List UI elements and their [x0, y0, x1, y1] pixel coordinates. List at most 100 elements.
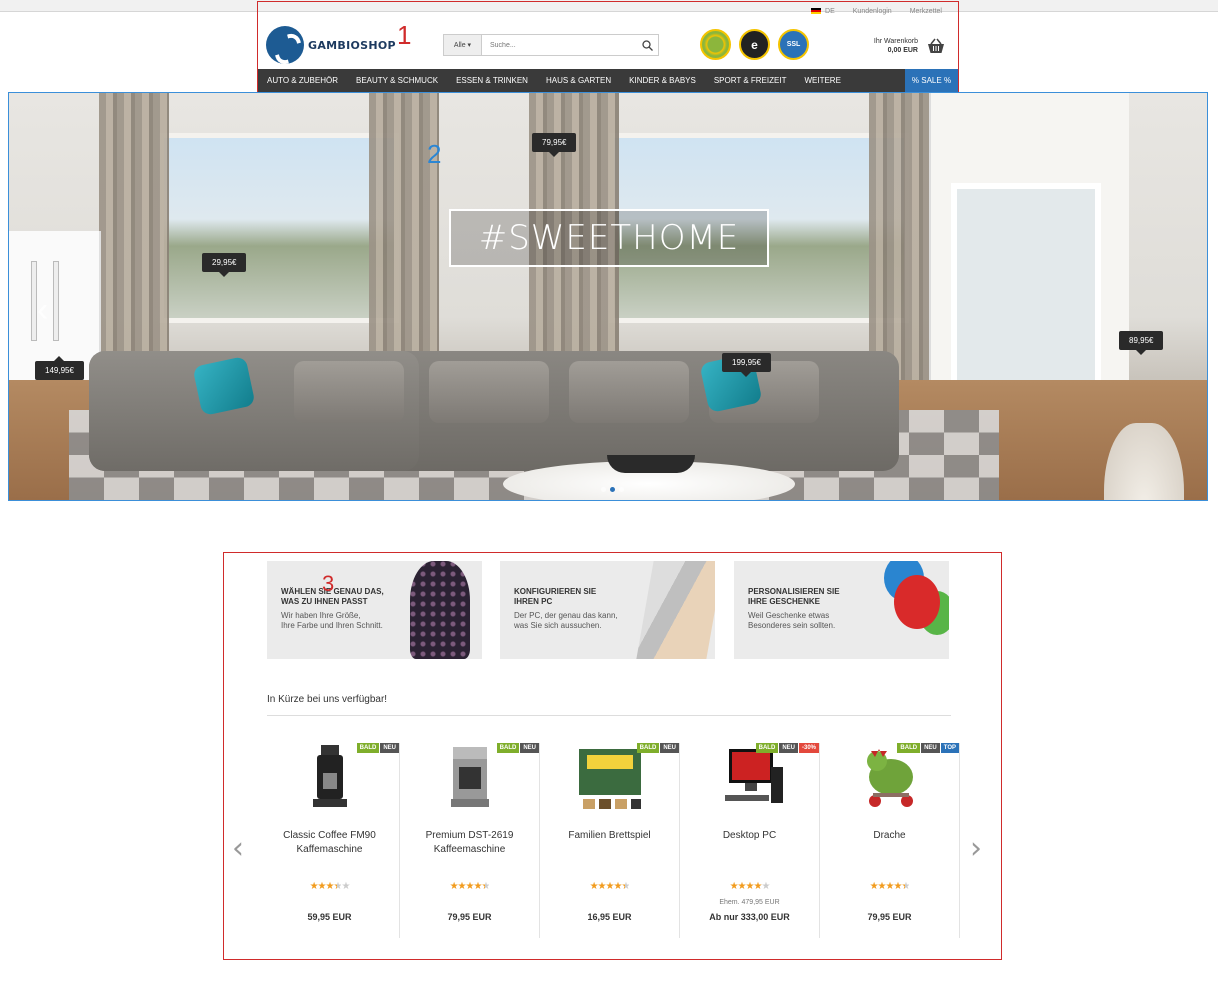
german-flag-icon [811, 8, 822, 15]
product-name[interactable]: Desktop PC [680, 829, 819, 843]
nav-item-essen[interactable]: ESSEN & TRINKEN [447, 76, 537, 85]
product-label-badge: BALD [356, 743, 380, 753]
product-card[interactable]: BALD NEU Classic Coffee FM90 Kaffemaschine… [260, 743, 400, 938]
product-card[interactable]: BALD NEU Premium DST-2619 Kaffeemaschine ★★… [400, 743, 540, 938]
price-tag[interactable]: 29,95€ [202, 253, 247, 277]
product-price: 79,95 EUR [447, 912, 492, 922]
carousel-next-icon[interactable]: › [970, 831, 982, 866]
search-icon[interactable] [636, 35, 658, 55]
shop-logo[interactable]: GAMBIOSHOP [266, 26, 396, 64]
product-labels: BALD NEU [496, 743, 539, 753]
logo-icon [266, 26, 304, 64]
product-carousel: BALD NEU Classic Coffee FM90 Kaffemaschine… [260, 743, 960, 938]
star-rating-icon: ★★★★★ [449, 881, 491, 892]
slider-dot[interactable] [619, 487, 624, 492]
nav-item-auto[interactable]: AUTO & ZUBEHÖR [258, 76, 347, 85]
logo-text: GAMBIOSHOP [308, 38, 396, 52]
dress-image [410, 561, 470, 659]
product-image[interactable] [855, 743, 925, 813]
divider [267, 715, 951, 716]
product-name[interactable]: Familien Brettspiel [540, 829, 679, 843]
slider-dot[interactable] [610, 487, 615, 492]
laptop-image [636, 561, 715, 659]
search-bar: Alle ▾ [443, 34, 659, 56]
teaser-gifts[interactable]: PERSONALISIEREN SIE IHRE GESCHENKE Weil … [734, 561, 949, 659]
price-tag[interactable]: 89,95€ [1119, 331, 1164, 355]
hero-title: #SWEETHOME [449, 209, 769, 267]
award-seal-icon[interactable] [700, 29, 731, 60]
product-label-badge: NEU [921, 743, 940, 753]
annotation-marker-2: 2 [427, 139, 442, 169]
cart[interactable]: Ihr Warenkorb 0,00 EUR [874, 37, 946, 55]
product-card[interactable]: BALD NEU TOP Drache ★★★★★ 79,95 EUR [820, 743, 960, 938]
teaser-pc[interactable]: KONFIGURIEREN SIE IHREN PC Der PC, der g… [500, 561, 715, 659]
product-label-badge: BALD [496, 743, 520, 753]
candle [53, 261, 59, 341]
annotation-marker-3: 3 [322, 571, 335, 596]
product-labels: BALD NEU [636, 743, 679, 753]
product-card[interactable]: BALD NEU Familien Brettspiel ★★★★★ 16,95 EUR [540, 743, 680, 938]
balloon-image [894, 575, 940, 629]
login-link[interactable]: Kundenlogin [853, 8, 892, 15]
search-category-select[interactable]: Alle ▾ [444, 35, 482, 55]
search-input[interactable] [482, 35, 636, 55]
nav-item-sport[interactable]: SPORT & FREIZEIT [705, 76, 796, 85]
product-label-badge: BALD [755, 743, 779, 753]
product-label-badge: BALD [897, 743, 921, 753]
hero-window [159, 133, 399, 323]
star-rating-icon: ★★★★★ [309, 881, 351, 892]
product-label-badge: NEU [779, 743, 798, 753]
nav-item-sale[interactable]: % SALE % [905, 69, 958, 92]
product-name[interactable]: Premium DST-2619 Kaffeemaschine [400, 829, 539, 857]
teaser-text: Der PC, der genau das kann, was Sie sich… [514, 611, 618, 630]
teaser-title: PERSONALISIEREN SIE IHRE GESCHENKE [748, 587, 840, 606]
product-label-badge: NEU [520, 743, 539, 753]
hero-door [929, 93, 1129, 423]
price-tag[interactable]: 149,95€ [35, 356, 84, 380]
product-image[interactable] [295, 743, 365, 813]
annotation-marker-1: 1 [397, 20, 412, 50]
price-tag[interactable]: 79,95€ [532, 133, 577, 157]
product-price: 59,95 EUR [307, 912, 352, 922]
trusted-shops-icon[interactable]: e [739, 29, 770, 60]
product-labels: BALD NEU TOP [897, 743, 959, 753]
sofa-cushion [569, 361, 689, 423]
ssl-seal-icon[interactable]: SSL [778, 29, 809, 60]
teaser-fashion[interactable]: WÄHLEN SIE GENAU DAS, WAS ZU IHNEN PASST… [267, 561, 482, 659]
product-price: 16,95 EUR [587, 912, 632, 922]
top-links: DE Kundenlogin Merkzettel [811, 8, 942, 15]
cart-label: Ihr Warenkorb [873, 38, 918, 45]
product-price: 79,95 EUR [867, 912, 912, 922]
wishlist-link[interactable]: Merkzettel [910, 8, 942, 15]
header-region: DE Kundenlogin Merkzettel GAMBIOSHOP 1 A… [257, 1, 959, 92]
price-tag[interactable]: 199,95€ [722, 353, 771, 377]
cart-summary: Ihr Warenkorb 0,00 EUR [874, 37, 918, 55]
product-name[interactable]: Drache [820, 829, 959, 843]
teaser-title: KONFIGURIEREN SIE IHREN PC [514, 587, 597, 606]
teaser-text: Wir haben Ihre Größe, Ihre Farbe und Ihr… [281, 611, 383, 630]
hero-bowl [607, 455, 695, 473]
trust-badges: e SSL [700, 29, 809, 60]
product-labels: BALD NEU -30% [755, 743, 819, 753]
nav-item-beauty[interactable]: BEAUTY & SCHMUCK [347, 76, 447, 85]
slider-dots [601, 487, 624, 492]
carousel-prev-icon[interactable]: ‹ [232, 831, 244, 866]
slider-dot[interactable] [601, 487, 606, 492]
slider-prev-icon[interactable]: ‹ [37, 291, 48, 330]
product-name[interactable]: Classic Coffee FM90 Kaffemaschine [260, 829, 399, 857]
section-heading: In Kürze bei uns verfügbar! [267, 694, 388, 705]
star-rating-icon: ★★★★★ [729, 881, 771, 892]
teaser-text: Weil Geschenke etwas Besonderes sein sol… [748, 611, 836, 630]
product-card[interactable]: BALD NEU -30% Desktop PC ★★★★★ Ehem. 479,95 E… [680, 743, 820, 938]
product-price: Ab nur 333,00 EUR [709, 912, 790, 922]
nav-item-haus[interactable]: HAUS & GARTEN [537, 76, 620, 85]
language-switch[interactable]: DE [811, 8, 835, 15]
product-image[interactable] [715, 743, 785, 813]
product-label-badge: -30% [798, 743, 819, 753]
nav-item-kinder[interactable]: KINDER & BABYS [620, 76, 705, 85]
product-image[interactable] [435, 743, 505, 813]
content-region: WÄHLEN SIE GENAU DAS, WAS ZU IHNEN PASST… [223, 552, 1002, 960]
nav-item-weitere[interactable]: WEITERE [795, 76, 849, 85]
product-image[interactable] [575, 743, 645, 813]
hero-slider[interactable]: 79,95€ 29,95€ 149,95€ 199,95€ 89,95€ 2 #… [8, 92, 1208, 501]
